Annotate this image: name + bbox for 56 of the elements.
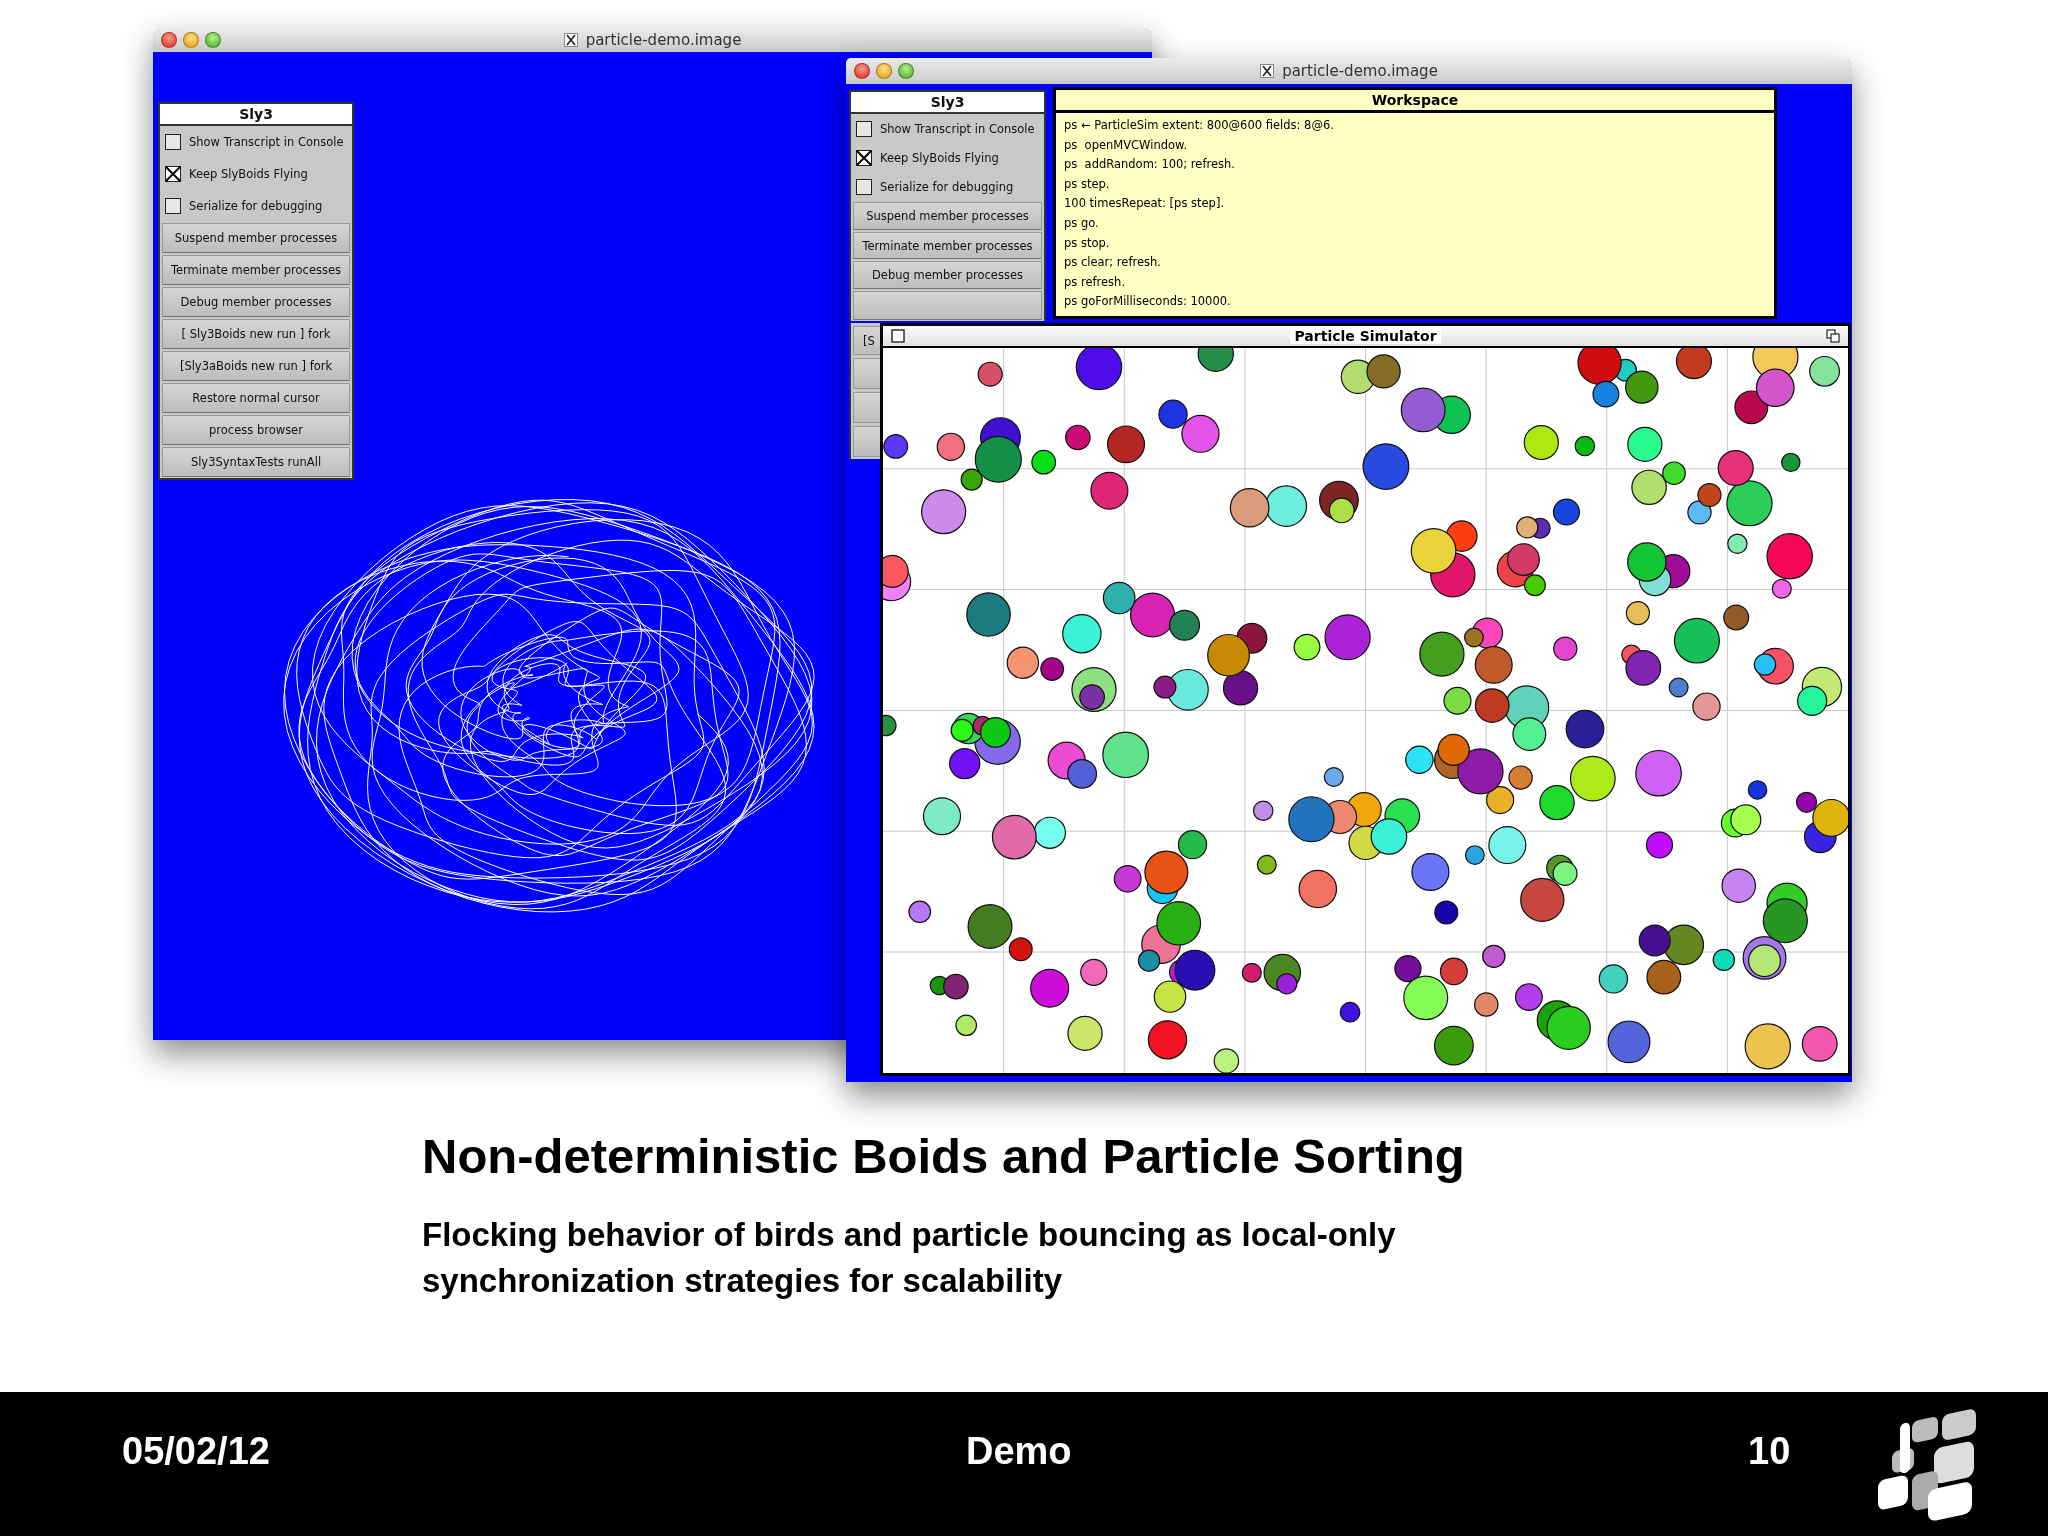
window-title: particle-demo.image [585,31,742,49]
zoom-button[interactable] [205,32,221,48]
panel-button[interactable]: [Sly3aBoids new run ] fork [162,351,350,381]
zoom-button[interactable] [898,63,914,79]
panel-button[interactable]: process browser [162,415,350,445]
panel-button[interactable]: Restore normal cursor [162,383,350,413]
overlapping-squares-icon[interactable] [1826,329,1840,343]
checkbox[interactable] [856,120,872,137]
slide-heading: Non-deterministic Boids and Particle Sorting [422,1128,1466,1184]
code-line: ps step. [1064,175,1111,193]
option-label: Show Transcript in Console [189,135,344,149]
option-label: Serialize for debugging [880,179,1014,194]
x-document-icon [563,33,578,47]
panel-button[interactable]: Sly3SyntaxTests runAll [162,447,350,477]
footer-section: Demo [966,1430,1072,1473]
option-label: Keep SlyBoids Flying [189,167,308,181]
code-line: ps refresh. [1064,273,1127,291]
panel-button[interactable]: Terminate member processes [853,231,1042,260]
code-line: ps stop. [1064,234,1111,252]
checkbox[interactable] [165,166,181,182]
checkbox[interactable] [165,198,181,214]
panel-button[interactable]: Debug member processes [162,287,350,317]
window-title: particle-demo.image [1282,62,1438,80]
simulator-title: Particle Simulator [1290,328,1441,344]
checkbox[interactable] [856,149,872,166]
close-button[interactable] [854,63,870,79]
close-box-icon[interactable] [891,329,905,343]
code-line: 100 timesRepeat: [ps step]. [1064,195,1226,213]
minimize-button[interactable] [876,63,892,79]
code-line: ps ← ParticleSim extent: 800@600 fields: 8@6. [1064,117,1335,134]
panel-button[interactable]: Suspend member processes [162,223,350,253]
code-line: ps goForMilliseconds: 10000. [1064,293,1232,311]
panel-button[interactable]: Debug member processes [853,261,1042,289]
panel-button[interactable]: [S [853,326,880,356]
footer-date: 05/02/12 [122,1430,270,1473]
option-label: Keep SlyBoids Flying [880,150,999,165]
checkbox[interactable] [856,178,872,195]
option-label: Show Transcript in Console [880,121,1035,136]
panel-button[interactable]: Suspend member processes [853,202,1042,230]
panel-title: Sly3 [160,104,352,126]
code-line: ps clear; refresh. [1064,254,1162,272]
code-line: ps addRandom: 100; refresh. [1064,156,1236,174]
code-line: ps go. [1064,214,1100,232]
workspace-title: Workspace [1056,90,1774,113]
x-document-icon [1260,64,1275,78]
panel-title: Sly3 [851,92,1044,114]
panel-button[interactable] [853,290,1042,320]
minimize-button[interactable] [183,32,199,48]
slide-subheading: Flocking behavior of birds and particle bouncing as local-only synchronization strategies for scalability [422,1215,1397,1301]
close-button[interactable] [161,32,177,48]
option-label: Serialize for debugging [189,199,323,213]
code-line: ps openMVCWindow. [1064,136,1189,154]
panel-button[interactable]: [ Sly3Boids new run ] fork [162,319,350,349]
panel-button[interactable]: Terminate member processes [162,255,350,285]
page-number: 10 [1748,1430,1791,1473]
checkbox[interactable] [165,134,181,150]
